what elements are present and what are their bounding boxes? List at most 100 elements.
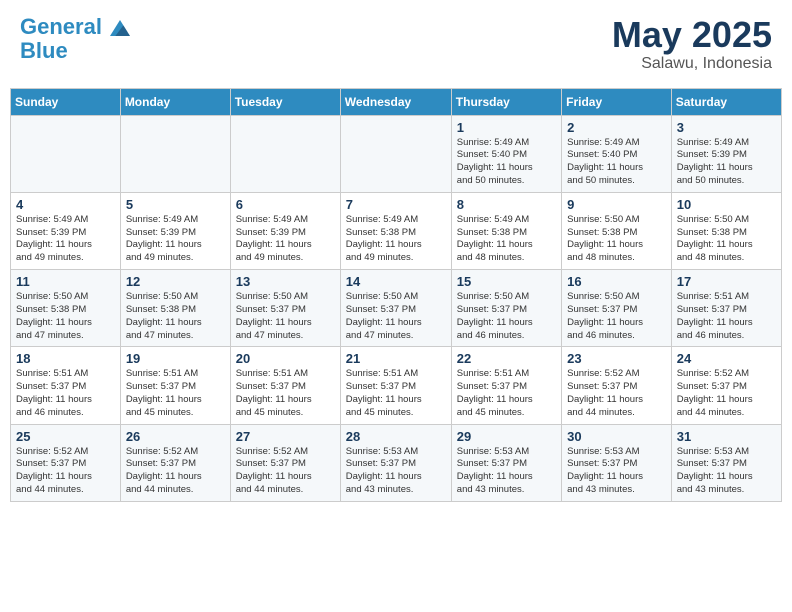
- day-number: 15: [457, 274, 556, 289]
- calendar-cell: 20 Sunrise: 5:51 AM Sunset: 5:37 PM Dayli…: [230, 347, 340, 424]
- day-info: Sunrise: 5:52 AM Sunset: 5:37 PM Dayligh…: [677, 368, 776, 419]
- calendar-cell: 12Sunrise: 5:50 AM Sunset: 5:38 PM Dayli…: [120, 270, 230, 347]
- calendar-cell: 18 Sunrise: 5:51 AM Sunset: 5:37 PM Dayli…: [11, 347, 121, 424]
- day-number: 1: [457, 120, 556, 135]
- day-number: 17: [677, 274, 776, 289]
- calendar-week-1: 1 Sunrise: 5:49 AM Sunset: 5:40 PM Daylig…: [11, 115, 782, 192]
- calendar-cell: 25 Sunrise: 5:52 AM Sunset: 5:37 PM Dayli…: [11, 424, 121, 501]
- day-number: 31: [677, 429, 776, 444]
- calendar-cell: 2Sunrise: 5:49 AM Sunset: 5:40 PM Daylig…: [562, 115, 672, 192]
- day-info: Sunrise: 5:49 AM Sunset: 5:39 PM Dayligh…: [236, 214, 335, 265]
- day-number: 10: [677, 197, 776, 212]
- day-info: Sunrise: 5:52 AM Sunset: 5:37 PM Dayligh…: [236, 446, 335, 497]
- calendar-cell: 4Sunrise: 5:49 AM Sunset: 5:39 PM Daylig…: [11, 192, 121, 269]
- day-info: Sunrise: 5:53 AM Sunset: 5:37 PM Dayligh…: [677, 446, 776, 497]
- day-number: 24: [677, 351, 776, 366]
- calendar-cell: [120, 115, 230, 192]
- day-number: 9: [567, 197, 666, 212]
- title-block: May 2025 Salawu, Indonesia: [612, 15, 772, 73]
- location: Salawu, Indonesia: [612, 55, 772, 73]
- calendar-cell: 6 Sunrise: 5:49 AM Sunset: 5:39 PM Daylig…: [230, 192, 340, 269]
- logo-text: General Blue: [20, 15, 130, 63]
- calendar-cell: 31 Sunrise: 5:53 AM Sunset: 5:37 PM Dayli…: [671, 424, 781, 501]
- day-number: 30: [567, 429, 666, 444]
- day-info: Sunrise: 5:50 AM Sunset: 5:37 PM Dayligh…: [567, 291, 666, 342]
- calendar-cell: 22Sunrise: 5:51 AM Sunset: 5:37 PM Dayli…: [451, 347, 561, 424]
- day-info: Sunrise: 5:49 AM Sunset: 5:40 PM Dayligh…: [457, 137, 556, 188]
- calendar-table: SundayMondayTuesdayWednesdayThursdayFrid…: [10, 88, 782, 502]
- calendar-cell: 30 Sunrise: 5:53 AM Sunset: 5:37 PM Dayli…: [562, 424, 672, 501]
- calendar-cell: 21 Sunrise: 5:51 AM Sunset: 5:37 PM Dayli…: [340, 347, 451, 424]
- day-info: Sunrise: 5:51 AM Sunset: 5:37 PM Dayligh…: [16, 368, 115, 419]
- day-info: Sunrise: 5:50 AM Sunset: 5:38 PM Dayligh…: [567, 214, 666, 265]
- calendar-cell: 26Sunrise: 5:52 AM Sunset: 5:37 PM Dayli…: [120, 424, 230, 501]
- day-info: Sunrise: 5:51 AM Sunset: 5:37 PM Dayligh…: [126, 368, 225, 419]
- page-header: General Blue May 2025 Salawu, Indonesia: [10, 10, 782, 78]
- day-number: 23: [567, 351, 666, 366]
- day-number: 3: [677, 120, 776, 135]
- day-number: 14: [346, 274, 446, 289]
- day-info: Sunrise: 5:49 AM Sunset: 5:38 PM Dayligh…: [457, 214, 556, 265]
- month-year: May 2025: [612, 15, 772, 55]
- calendar-cell: 3 Sunrise: 5:49 AM Sunset: 5:39 PM Daylig…: [671, 115, 781, 192]
- calendar-week-2: 4Sunrise: 5:49 AM Sunset: 5:39 PM Daylig…: [11, 192, 782, 269]
- calendar-cell: 27 Sunrise: 5:52 AM Sunset: 5:37 PM Dayli…: [230, 424, 340, 501]
- calendar-cell: 10Sunrise: 5:50 AM Sunset: 5:38 PM Dayli…: [671, 192, 781, 269]
- day-header-friday: Friday: [562, 88, 672, 115]
- day-number: 8: [457, 197, 556, 212]
- calendar-cell: 16Sunrise: 5:50 AM Sunset: 5:37 PM Dayli…: [562, 270, 672, 347]
- day-info: Sunrise: 5:53 AM Sunset: 5:37 PM Dayligh…: [346, 446, 446, 497]
- calendar-cell: 11Sunrise: 5:50 AM Sunset: 5:38 PM Dayli…: [11, 270, 121, 347]
- day-header-wednesday: Wednesday: [340, 88, 451, 115]
- day-number: 18: [16, 351, 115, 366]
- day-number: 25: [16, 429, 115, 444]
- day-info: Sunrise: 5:51 AM Sunset: 5:37 PM Dayligh…: [677, 291, 776, 342]
- calendar-cell: 14 Sunrise: 5:50 AM Sunset: 5:37 PM Dayli…: [340, 270, 451, 347]
- calendar-body: 1 Sunrise: 5:49 AM Sunset: 5:40 PM Daylig…: [11, 115, 782, 501]
- day-info: Sunrise: 5:50 AM Sunset: 5:37 PM Dayligh…: [346, 291, 446, 342]
- day-info: Sunrise: 5:49 AM Sunset: 5:39 PM Dayligh…: [126, 214, 225, 265]
- day-number: 13: [236, 274, 335, 289]
- day-info: Sunrise: 5:52 AM Sunset: 5:37 PM Dayligh…: [16, 446, 115, 497]
- day-info: Sunrise: 5:49 AM Sunset: 5:39 PM Dayligh…: [677, 137, 776, 188]
- day-info: Sunrise: 5:51 AM Sunset: 5:37 PM Dayligh…: [346, 368, 446, 419]
- day-number: 20: [236, 351, 335, 366]
- day-number: 11: [16, 274, 115, 289]
- calendar-week-3: 11Sunrise: 5:50 AM Sunset: 5:38 PM Dayli…: [11, 270, 782, 347]
- calendar-week-5: 25 Sunrise: 5:52 AM Sunset: 5:37 PM Dayli…: [11, 424, 782, 501]
- calendar-cell: 23 Sunrise: 5:52 AM Sunset: 5:37 PM Dayli…: [562, 347, 672, 424]
- calendar-cell: 5 Sunrise: 5:49 AM Sunset: 5:39 PM Daylig…: [120, 192, 230, 269]
- day-number: 6: [236, 197, 335, 212]
- day-header-tuesday: Tuesday: [230, 88, 340, 115]
- day-info: Sunrise: 5:52 AM Sunset: 5:37 PM Dayligh…: [567, 368, 666, 419]
- calendar-cell: 24 Sunrise: 5:52 AM Sunset: 5:37 PM Dayli…: [671, 347, 781, 424]
- day-info: Sunrise: 5:51 AM Sunset: 5:37 PM Dayligh…: [457, 368, 556, 419]
- calendar-cell: 29Sunrise: 5:53 AM Sunset: 5:37 PM Dayli…: [451, 424, 561, 501]
- day-header-saturday: Saturday: [671, 88, 781, 115]
- day-number: 28: [346, 429, 446, 444]
- logo: General Blue: [20, 15, 130, 63]
- calendar-cell: [11, 115, 121, 192]
- day-number: 2: [567, 120, 666, 135]
- day-info: Sunrise: 5:52 AM Sunset: 5:37 PM Dayligh…: [126, 446, 225, 497]
- day-info: Sunrise: 5:51 AM Sunset: 5:37 PM Dayligh…: [236, 368, 335, 419]
- day-info: Sunrise: 5:50 AM Sunset: 5:37 PM Dayligh…: [457, 291, 556, 342]
- calendar-header-row: SundayMondayTuesdayWednesdayThursdayFrid…: [11, 88, 782, 115]
- day-number: 19: [126, 351, 225, 366]
- calendar-cell: 1 Sunrise: 5:49 AM Sunset: 5:40 PM Daylig…: [451, 115, 561, 192]
- day-number: 7: [346, 197, 446, 212]
- day-info: Sunrise: 5:49 AM Sunset: 5:38 PM Dayligh…: [346, 214, 446, 265]
- day-number: 12: [126, 274, 225, 289]
- calendar-cell: [230, 115, 340, 192]
- day-number: 5: [126, 197, 225, 212]
- calendar-cell: 15 Sunrise: 5:50 AM Sunset: 5:37 PM Dayli…: [451, 270, 561, 347]
- calendar-cell: 7 Sunrise: 5:49 AM Sunset: 5:38 PM Daylig…: [340, 192, 451, 269]
- day-info: Sunrise: 5:50 AM Sunset: 5:37 PM Dayligh…: [236, 291, 335, 342]
- day-header-thursday: Thursday: [451, 88, 561, 115]
- day-info: Sunrise: 5:53 AM Sunset: 5:37 PM Dayligh…: [567, 446, 666, 497]
- calendar-cell: [340, 115, 451, 192]
- day-number: 27: [236, 429, 335, 444]
- day-number: 21: [346, 351, 446, 366]
- day-header-sunday: Sunday: [11, 88, 121, 115]
- day-info: Sunrise: 5:49 AM Sunset: 5:39 PM Dayligh…: [16, 214, 115, 265]
